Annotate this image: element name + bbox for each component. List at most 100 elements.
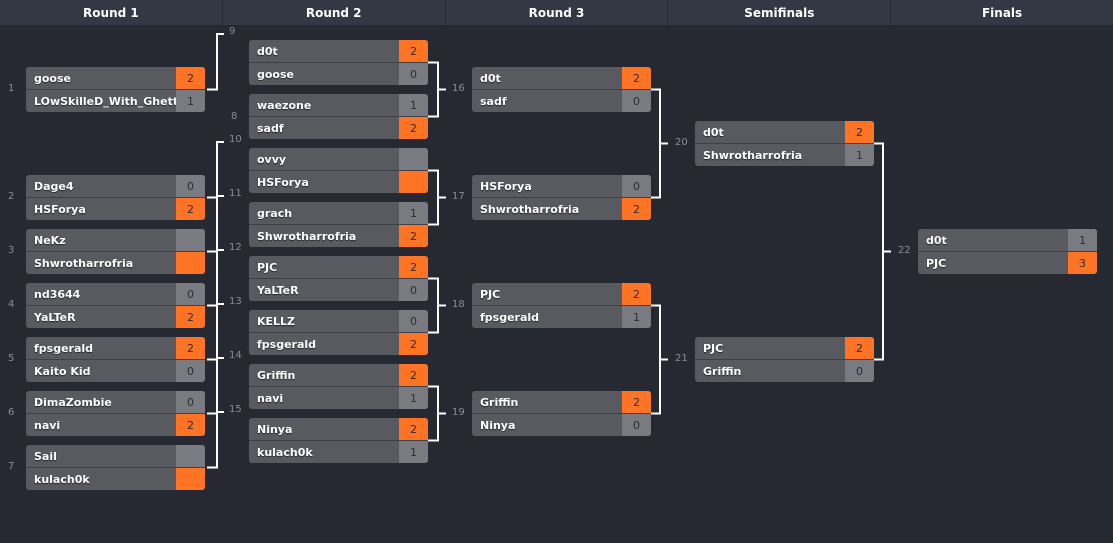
player-name: Dage4 (34, 179, 74, 193)
match-player-row[interactable]: Griffin 2 (249, 364, 428, 386)
match-17[interactable]: HSForya 0 Shwrotharrofria 2 (472, 175, 651, 220)
player-score: 1 (399, 94, 428, 116)
match-player-row[interactable]: Sail (26, 445, 205, 467)
match-20[interactable]: d0t 2 Shwrotharrofria 1 (695, 121, 874, 166)
player-name: PJC (257, 260, 278, 274)
match-number: 22 (898, 244, 911, 256)
match-15[interactable]: Ninya 2 kulach0k 1 (249, 418, 428, 463)
match-player-row[interactable]: PJC 2 (249, 256, 428, 278)
match-16[interactable]: d0t 2 sadf 0 (472, 67, 651, 112)
match-player-row[interactable]: PJC 2 (472, 283, 651, 305)
connector-line (428, 169, 439, 226)
match-19[interactable]: Griffin 2 Ninya 0 (472, 391, 651, 436)
player-score: 2 (176, 67, 205, 89)
match-player-row[interactable]: kulach0k (26, 467, 205, 490)
match-player-row[interactable]: Ninya 0 (472, 413, 651, 436)
match-player-row[interactable]: Ninya 2 (249, 418, 428, 440)
player-name: Griffin (703, 364, 742, 378)
match-player-row[interactable]: LOwSkilleD_With_GhettoBlaster1 (26, 89, 205, 112)
player-name: YaLTeR (34, 310, 76, 324)
player-score: 2 (399, 364, 428, 386)
match-player-row[interactable]: Shwrotharrofria 1 (695, 143, 874, 166)
connector-line (207, 33, 224, 91)
match-5[interactable]: fpsgerald 2 Kaito Kid 0 (26, 337, 205, 382)
round-header-3: Round 3 (446, 0, 669, 25)
player-score: 0 (176, 360, 205, 382)
match-number: 4 (8, 299, 15, 310)
match-player-row[interactable]: waezone 1 (249, 94, 428, 116)
player-score (176, 468, 205, 490)
player-score: 2 (622, 198, 651, 220)
match-7[interactable]: Sail kulach0k (26, 445, 205, 490)
match-22[interactable]: d0t 1 PJC 3 (918, 229, 1097, 274)
player-name: HSForya (257, 175, 309, 189)
player-name: kulach0k (34, 472, 90, 486)
player-score: 0 (399, 279, 428, 301)
match-player-row[interactable]: HSForya (249, 170, 428, 193)
match-18[interactable]: PJC 2 fpsgerald 1 (472, 283, 651, 328)
match-4[interactable]: nd3644 0 YaLTeR 2 (26, 283, 205, 328)
player-name: Shwrotharrofria (257, 229, 357, 243)
match-21[interactable]: PJC 2 Griffin 0 (695, 337, 874, 382)
match-player-row[interactable]: NeKz (26, 229, 205, 251)
player-score: 0 (399, 310, 428, 332)
match-player-row[interactable]: fpsgerald 2 (249, 332, 428, 355)
player-score: 0 (176, 283, 205, 305)
match-player-row[interactable]: Shwrotharrofria 2 (249, 224, 428, 247)
match-number: 10 (229, 134, 242, 145)
match-6[interactable]: DimaZombie 0 navi 2 (26, 391, 205, 436)
match-player-row[interactable]: fpsgerald 2 (26, 337, 205, 359)
match-player-row[interactable]: navi 1 (249, 386, 428, 409)
player-score: 2 (622, 391, 651, 413)
match-1[interactable]: goose 2LOwSkilleD_With_GhettoBlaster1 (26, 67, 205, 112)
match-player-row[interactable]: d0t 2 (472, 67, 651, 89)
match-player-row[interactable]: Griffin 0 (695, 359, 874, 382)
match-player-row[interactable]: d0t 2 (695, 121, 874, 143)
match-player-row[interactable]: d0t 1 (918, 229, 1097, 251)
match-player-row[interactable]: KELLZ 0 (249, 310, 428, 332)
match-player-row[interactable]: kulach0k 1 (249, 440, 428, 463)
match-player-row[interactable]: Shwrotharrofria 2 (472, 197, 651, 220)
match-player-row[interactable]: Griffin 2 (472, 391, 651, 413)
match-8[interactable]: waezone 1 sadf 2 (249, 94, 428, 139)
match-player-row[interactable]: YaLTeR 0 (249, 278, 428, 301)
match-player-row[interactable]: Dage4 0 (26, 175, 205, 197)
player-name: Ninya (480, 418, 516, 432)
match-12[interactable]: PJC 2 YaLTeR 0 (249, 256, 428, 301)
player-score: 0 (622, 414, 651, 436)
match-player-row[interactable]: PJC 2 (695, 337, 874, 359)
match-player-row[interactable]: goose 2 (26, 67, 205, 89)
match-10[interactable]: ovvy HSForya (249, 148, 428, 193)
connector-line (428, 277, 439, 334)
player-score: 2 (399, 418, 428, 440)
match-13[interactable]: KELLZ 0 fpsgerald 2 (249, 310, 428, 355)
match-player-row[interactable]: ovvy (249, 148, 428, 170)
match-player-row[interactable]: sadf 0 (472, 89, 651, 112)
match-3[interactable]: NeKz Shwrotharrofria (26, 229, 205, 274)
player-score: 1 (622, 306, 651, 328)
match-14[interactable]: Griffin 2 navi 1 (249, 364, 428, 409)
match-9[interactable]: d0t 2 goose 0 (249, 40, 428, 85)
match-number: 14 (229, 350, 242, 361)
match-player-row[interactable]: sadf 2 (249, 116, 428, 139)
match-player-row[interactable]: HSForya 0 (472, 175, 651, 197)
match-2[interactable]: Dage4 0 HSForya 2 (26, 175, 205, 220)
match-player-row[interactable]: d0t 2 (249, 40, 428, 62)
player-name: d0t (257, 44, 278, 58)
match-player-row[interactable]: Shwrotharrofria (26, 251, 205, 274)
round-header-semifinals: Semifinals (668, 0, 892, 25)
match-player-row[interactable]: grach 1 (249, 202, 428, 224)
match-11[interactable]: grach 1 Shwrotharrofria 2 (249, 202, 428, 247)
player-name: HSForya (34, 202, 86, 216)
match-player-row[interactable]: Kaito Kid 0 (26, 359, 205, 382)
match-player-row[interactable]: navi 2 (26, 413, 205, 436)
match-player-row[interactable]: nd3644 0 (26, 283, 205, 305)
match-player-row[interactable]: DimaZombie 0 (26, 391, 205, 413)
match-number: 18 (452, 298, 465, 310)
match-player-row[interactable]: HSForya 2 (26, 197, 205, 220)
match-player-row[interactable]: YaLTeR 2 (26, 305, 205, 328)
match-player-row[interactable]: PJC 3 (918, 251, 1097, 274)
match-player-row[interactable]: goose 0 (249, 62, 428, 85)
player-score: 2 (176, 337, 205, 359)
match-player-row[interactable]: fpsgerald 1 (472, 305, 651, 328)
